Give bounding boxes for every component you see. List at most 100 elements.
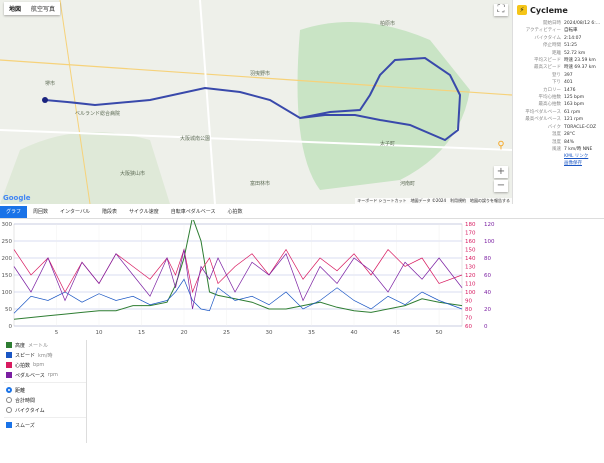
series-checkbox[interactable]	[6, 352, 12, 358]
map-type-map[interactable]: 地図	[4, 2, 26, 15]
stat-label: 最高スピード	[534, 65, 561, 71]
stat-row: 風速 7 km/時 NNE	[513, 146, 604, 153]
stat-label: 温度	[552, 132, 561, 138]
series-unit: メートル	[28, 342, 49, 349]
series-checkbox[interactable]	[6, 362, 12, 368]
stat-label: バイクタイム	[534, 35, 561, 41]
y-left-tick-label: 50	[5, 307, 12, 313]
stat-value: TORACLE-COZ	[564, 124, 597, 130]
stat-label: 停止時間	[543, 43, 561, 49]
tab-1[interactable]: 周回数	[27, 206, 54, 218]
y-left-tick-label: 200	[2, 256, 13, 262]
x-tick-label: 25	[223, 330, 230, 336]
series-label: 心拍数	[15, 362, 31, 369]
stat-row: カロリー 1476	[513, 87, 604, 94]
series-checkbox[interactable]	[6, 372, 12, 378]
stat-row: 距離 52.72 km	[513, 50, 604, 57]
stat-row: 最高心拍数 163 bpm	[513, 101, 604, 108]
x-axis-option[interactable]: 合計時間	[4, 395, 86, 405]
tab-6[interactable]: 心拍数	[222, 206, 249, 218]
activity-summary-panel: ⚡ Cycleme 開始日時 2024/08/12 6:… アクティビティー 自転車バ…	[512, 0, 604, 204]
tab-0[interactable]: グラフ	[0, 206, 28, 218]
report-error-link[interactable]: 地図の誤りを報告する	[470, 198, 510, 204]
stat-label: 開始日時	[543, 21, 561, 26]
y-right1-tick-label: 130	[465, 265, 476, 271]
map-canvas	[0, 0, 512, 204]
stat-value: 自転車	[564, 28, 578, 34]
y-right1-tick-label: 180	[465, 222, 476, 228]
x-axis-option[interactable]: 距離	[4, 385, 86, 395]
y-left-tick-label: 300	[2, 222, 13, 228]
y-right2-tick-label: 40	[484, 290, 491, 296]
series-checkbox[interactable]	[6, 342, 12, 348]
y-left-tick-label: 150	[2, 273, 13, 279]
y-right1-tick-label: 70	[465, 316, 472, 322]
chart-legend: 高度 メートル スピード km/時 心拍数 bpm ペダルベース rpm 距離合計時間 バイクタイ…	[4, 340, 87, 443]
legend-series-item[interactable]: 高度 メートル	[4, 340, 86, 350]
fullscreen-icon[interactable]: ⛶	[494, 4, 508, 16]
tab-4[interactable]: サイクル速度	[123, 206, 165, 218]
zoom-in-button[interactable]: +	[494, 166, 508, 178]
stat-value: 84%	[564, 139, 575, 145]
series-unit: rpm	[47, 372, 58, 378]
terms-link[interactable]: 利用規約	[450, 198, 466, 204]
option-label: 合計時間	[15, 397, 36, 404]
stat-value: 52.72 km	[564, 50, 586, 56]
x-tick-label: 40	[351, 330, 358, 336]
legend-series-item[interactable]: スピード km/時	[4, 350, 86, 360]
stat-label: 湿度	[552, 139, 561, 145]
tab-5[interactable]: 自転車ペダルベース	[165, 206, 222, 218]
stat-value: 397	[564, 72, 573, 78]
x-tick-label: 35	[308, 330, 315, 336]
map-type-satellite[interactable]: 航空写真	[26, 2, 60, 15]
x-axis-option[interactable]: バイクタイム	[4, 405, 86, 415]
y-right1-tick-label: 150	[465, 248, 476, 254]
series-label: スピード	[15, 352, 36, 359]
map-label: 羽曳野市	[250, 71, 271, 77]
stat-row: 開始日時 2024/08/12 6:…	[513, 20, 604, 27]
y-right1-tick-label: 140	[465, 256, 476, 262]
legend-series-item[interactable]: 心拍数 bpm	[4, 360, 86, 370]
stat-row: 温度 28°C	[513, 131, 604, 138]
tab-2[interactable]: インターバル	[54, 206, 96, 218]
route-map[interactable]: 堺市 ベルランド総合病院 大阪狭山市 富田林市 羽曳野市 柏原市 大阪城南公園 …	[0, 0, 512, 204]
pegman-icon[interactable]: ⚲	[494, 140, 508, 152]
stat-value: 2:14:07	[564, 35, 582, 41]
smooth-toggle[interactable]: スムーズ	[4, 420, 86, 430]
stat-row: 登り 397	[513, 72, 604, 79]
stat-value: 51:25	[564, 43, 577, 49]
legend-series-item[interactable]: ペダルベース rpm	[4, 370, 86, 380]
x-tick-label: 50	[436, 330, 443, 336]
zoom-out-button[interactable]: −	[494, 180, 508, 192]
radio-button[interactable]	[6, 407, 12, 413]
map-label: 堺市	[45, 81, 56, 87]
panel-title: Cycleme	[530, 5, 568, 15]
stat-value: 401	[564, 80, 573, 86]
shortcuts-link[interactable]: キーボード ショートカット	[357, 198, 406, 204]
smooth-label: スムーズ	[15, 422, 35, 429]
stat-value: 125 bpm	[564, 95, 585, 101]
map-data-text: 地図データ ©2024	[410, 198, 446, 203]
stat-label: 登り	[552, 72, 561, 78]
save-image-link[interactable]: 画像保存	[513, 160, 604, 167]
stat-row: バイクタイム 2:14:07	[513, 35, 604, 42]
y-right2-tick-label: 0	[484, 324, 488, 330]
smooth-checkbox[interactable]	[6, 422, 12, 428]
tab-3[interactable]: 階段表	[96, 206, 123, 218]
google-logo: Google	[3, 194, 31, 202]
map-label: 富田林市	[250, 181, 271, 187]
radio-button[interactable]	[6, 397, 12, 403]
kml-link[interactable]: KML リンク	[513, 153, 604, 160]
analysis-tabs: グラフ 周回数 インターバル 階段表 サイクル速度 自転車ペダルベース 心拍数	[0, 206, 604, 219]
y-right2-tick-label: 100	[484, 239, 495, 245]
map-label: 柏原市	[380, 21, 396, 27]
y-right1-tick-label: 60	[465, 324, 472, 330]
activity-chart: 0501001502002503006070809010011012013014…	[2, 220, 495, 336]
y-left-tick-label: 250	[2, 239, 13, 245]
stat-label: カロリー	[543, 87, 561, 93]
stat-row: 平均心拍数 125 bpm	[513, 94, 604, 101]
y-left-tick-label: 0	[9, 324, 13, 330]
radio-button[interactable]	[6, 387, 12, 393]
stat-value: 28°C	[564, 132, 576, 138]
stat-label: 平均心拍数	[538, 95, 562, 101]
